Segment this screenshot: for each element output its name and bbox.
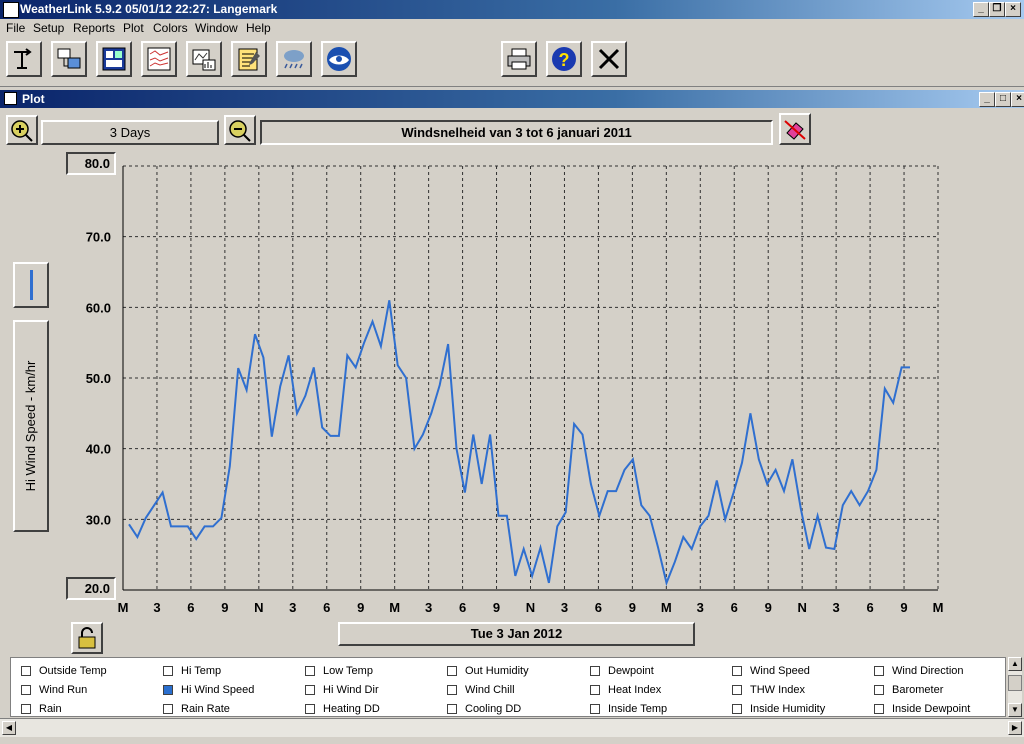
x-tick-label: N <box>254 600 263 615</box>
legend-checkbox[interactable] <box>21 685 31 695</box>
legend-checkbox[interactable] <box>447 666 457 676</box>
x-tick-label: 6 <box>187 600 194 615</box>
legend-label: Wind Run <box>39 684 88 696</box>
legend-checkbox[interactable] <box>590 704 600 714</box>
x-tick-label: 3 <box>425 600 432 615</box>
x-tick-label: 9 <box>357 600 364 615</box>
legend-label: Inside Temp <box>608 703 668 715</box>
legend-checkbox[interactable] <box>732 666 742 676</box>
legend-checkbox[interactable] <box>163 685 173 695</box>
legend-checkbox[interactable] <box>874 704 884 714</box>
x-tick-label: 3 <box>697 600 704 615</box>
y-tick-label: 40.0 <box>86 442 111 457</box>
x-tick-label: 3 <box>289 600 296 615</box>
x-tick-label: M <box>389 600 400 615</box>
x-tick-label: 3 <box>153 600 160 615</box>
legend-label: Inside Humidity <box>750 703 826 715</box>
legend-checkbox[interactable] <box>590 685 600 695</box>
scroll-left-icon[interactable]: ◀ <box>2 721 16 735</box>
scroll-up-icon[interactable]: ▲ <box>1008 657 1022 671</box>
legend-label: Wind Direction <box>892 665 964 677</box>
legend-label: Hi Temp <box>181 665 222 677</box>
legend-checkbox[interactable] <box>305 685 315 695</box>
legend-label: Hi Wind Dir <box>323 684 379 696</box>
x-tick-label: 9 <box>765 600 772 615</box>
x-tick-label: 9 <box>900 600 907 615</box>
scroll-right-icon[interactable]: ▶ <box>1008 721 1022 735</box>
legend-checkbox[interactable] <box>447 685 457 695</box>
y-tick-label: 60.0 <box>86 300 111 315</box>
legend-label: Inside Dewpoint <box>892 703 971 715</box>
padlock-icon <box>78 627 96 649</box>
legend-checkbox[interactable] <box>163 666 173 676</box>
x-tick-label: 6 <box>323 600 330 615</box>
legend-label: Heating DD <box>323 703 380 715</box>
legend-checkbox[interactable] <box>305 666 315 676</box>
scroll-down-icon[interactable]: ▼ <box>1008 703 1022 717</box>
lock-button[interactable] <box>71 622 103 654</box>
date-button[interactable]: Tue 3 Jan 2012 <box>338 622 695 646</box>
x-tick-label: 6 <box>595 600 602 615</box>
y-tick-label: 30.0 <box>86 512 111 527</box>
legend-label: Barometer <box>892 684 944 696</box>
legend-label: Rain Rate <box>181 703 230 715</box>
x-tick-label: M <box>933 600 944 615</box>
x-axis: M 3 6 9 N 3 6 9 M 3 6 9 N 3 6 9 M 3 6 9 N 3 6 9 M <box>118 589 944 615</box>
legend-checkbox[interactable] <box>732 704 742 714</box>
x-tick-label: N <box>797 600 806 615</box>
legend-label: THW Index <box>750 684 806 696</box>
x-tick-label: M <box>661 600 672 615</box>
legend-checkbox[interactable] <box>305 704 315 714</box>
x-tick-label: 9 <box>629 600 636 615</box>
x-tick-label: 3 <box>561 600 568 615</box>
legend-label: Heat Index <box>608 684 662 696</box>
legend-label: Cooling DD <box>465 703 522 715</box>
x-tick-label: 9 <box>493 600 500 615</box>
horizontal-scrollbar[interactable]: ◀ ▶ <box>0 718 1024 737</box>
x-tick-label: N <box>526 600 535 615</box>
legend-checkbox[interactable] <box>21 666 31 676</box>
legend-label: Hi Wind Speed <box>181 684 255 696</box>
series-legend: Outside Temp Hi Temp Low Temp Out Humidity D… <box>10 657 1006 717</box>
hi-wind-speed-line <box>128 300 910 587</box>
y-tick-label: 70.0 <box>86 230 111 245</box>
x-tick-label: M <box>118 600 129 615</box>
scroll-thumb[interactable] <box>1008 675 1022 691</box>
x-tick-label: 6 <box>731 600 738 615</box>
legend-label: Rain <box>39 703 62 715</box>
x-tick-label: 6 <box>866 600 873 615</box>
legend-label: Low Temp <box>323 665 373 677</box>
legend-checkbox[interactable] <box>163 704 173 714</box>
legend-checkbox[interactable] <box>874 666 884 676</box>
x-tick-label: 9 <box>221 600 228 615</box>
legend-label: Wind Chill <box>465 684 515 696</box>
legend-checkbox[interactable] <box>874 685 884 695</box>
legend-checkbox[interactable] <box>732 685 742 695</box>
legend-checkbox[interactable] <box>21 704 31 714</box>
x-tick-label: 6 <box>459 600 466 615</box>
legend-checkbox[interactable] <box>590 666 600 676</box>
legend-checkbox[interactable] <box>447 704 457 714</box>
legend-label: Wind Speed <box>750 665 810 677</box>
legend-label: Outside Temp <box>39 665 107 677</box>
x-tick-label: 3 <box>833 600 840 615</box>
legend-label: Out Humidity <box>465 665 529 677</box>
legend-label: Dewpoint <box>608 665 654 677</box>
legend-scrollbar[interactable]: ▲ ▼ <box>1008 657 1022 717</box>
y-axis: 70.0 60.0 50.0 40.0 30.0 <box>86 166 124 590</box>
y-tick-label: 50.0 <box>86 371 111 386</box>
